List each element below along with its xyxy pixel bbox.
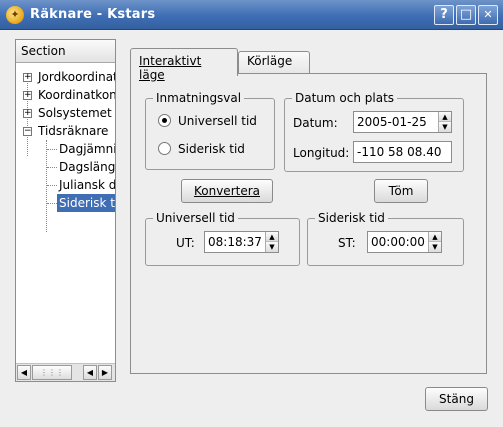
help-button[interactable]: ? (434, 5, 454, 25)
tree-item-jordkoordinater[interactable]: + Jordkoordinater (16, 68, 115, 86)
radio-label: Universell tid (178, 114, 257, 128)
radio-checked-icon[interactable] (158, 114, 171, 127)
date-value[interactable]: 2005-01-25 (357, 115, 427, 129)
tree-item-koordinatkonvertering[interactable]: + Koordinatkonvertering (16, 86, 115, 104)
tree-item-solsystemet[interactable]: + Solsystemet (16, 104, 115, 122)
close-button[interactable]: Stäng (425, 387, 488, 411)
longitude-label: Longitud: (293, 146, 350, 160)
tree-item-juliansk-dag[interactable]: Juliansk dag (57, 176, 115, 194)
tree-item-dagjamning[interactable]: Dagjämning (57, 140, 115, 158)
tree-item-tidsraknare[interactable]: − Tidsräknare (16, 122, 115, 140)
increment-icon[interactable]: ▲ (439, 112, 451, 122)
tab-interaktivt-lage[interactable]: Interaktivt läge (130, 48, 238, 82)
group-title: Datum och plats (292, 90, 398, 106)
universal-time-group: Universell tid UT: 08:18:37 ▲ ▼ (145, 210, 300, 266)
tree-item-label: Solsystemet (38, 106, 112, 120)
tree-view[interactable]: + Jordkoordinater + Koordinatkonverterin… (16, 64, 115, 360)
convert-button[interactable]: Konvertera (181, 179, 273, 203)
increment-icon[interactable]: ▲ (266, 232, 278, 242)
st-spinbox[interactable]: 00:00:00 ▲ ▼ (367, 231, 442, 253)
maximize-button[interactable]: □ (456, 5, 476, 25)
radio-unchecked-icon[interactable] (158, 142, 171, 155)
date-label: Datum: (293, 116, 338, 130)
close-window-button[interactable]: ✕ (478, 5, 498, 25)
tree-item-label: Dagjämning (59, 142, 115, 156)
section-tree[interactable]: Section + Jordkoordinater + Koordinatkon… (15, 39, 116, 382)
scroll-left-icon[interactable]: ◀ (17, 365, 31, 380)
clear-button[interactable]: Töm (374, 179, 428, 203)
date-location-group: Datum och plats Datum: 2005-01-25 ▲ ▼ Lo… (284, 90, 464, 172)
scroll-left-icon-2[interactable]: ◀ (83, 365, 97, 380)
date-spinbox[interactable]: 2005-01-25 ▲ ▼ (353, 111, 452, 133)
expand-icon[interactable]: + (23, 91, 32, 100)
window-title: Räknare - Kstars (30, 7, 156, 22)
group-title: Inmatningsval (153, 90, 245, 106)
sidereal-time-group: Siderisk tid ST: 00:00:00 ▲ ▼ (307, 210, 464, 266)
group-title: Siderisk tid (315, 210, 388, 226)
button-label: Konvertera (193, 184, 260, 198)
tree-item-label: Juliansk dag (59, 178, 115, 192)
tab-page-interaktivt: Inmatningsval Universell tid Siderisk ti… (130, 73, 487, 374)
tab-korlage[interactable]: Körläge (238, 51, 310, 74)
longitude-value[interactable]: -110 58 08.40 (357, 145, 442, 159)
longitude-input[interactable]: -110 58 08.40 (353, 141, 452, 163)
expand-icon[interactable]: + (23, 73, 32, 82)
decrement-icon[interactable]: ▼ (266, 242, 278, 252)
horizontal-scrollbar[interactable]: ◀ ⋮⋮⋮ ◀ ▶ (16, 363, 115, 381)
button-label: Stäng (439, 392, 474, 406)
tree-item-label: Siderisk tid (59, 196, 115, 210)
collapse-icon[interactable]: − (23, 127, 32, 136)
button-label: Töm (388, 184, 414, 198)
st-label: ST: (338, 236, 356, 250)
ut-value[interactable]: 08:18:37 (208, 235, 262, 249)
st-value[interactable]: 00:00:00 (371, 235, 425, 249)
scroll-thumb[interactable]: ⋮⋮⋮ (32, 365, 72, 380)
tree-item-label: Dagslängd (59, 160, 115, 174)
radio-label: Siderisk tid (178, 142, 245, 156)
title-bar[interactable]: ✦ Räknare - Kstars ? □ ✕ (0, 0, 503, 30)
expand-icon[interactable]: + (23, 109, 32, 118)
tree-item-label: Koordinatkonvertering (38, 88, 115, 102)
tab-label: Körläge (247, 54, 293, 68)
increment-icon[interactable]: ▲ (429, 232, 441, 242)
decrement-icon[interactable]: ▼ (429, 242, 441, 252)
tree-item-siderisk-tid[interactable]: Siderisk tid (57, 194, 115, 212)
tree-item-dagslangd[interactable]: Dagslängd (57, 158, 115, 176)
ut-spinbox[interactable]: 08:18:37 ▲ ▼ (204, 231, 279, 253)
group-title: Universell tid (153, 210, 238, 226)
tree-item-label: Tidsräknare (38, 124, 109, 138)
kstars-app-icon[interactable]: ✦ (6, 6, 24, 24)
scroll-right-icon[interactable]: ▶ (98, 365, 112, 380)
input-options-group: Inmatningsval Universell tid Siderisk ti… (145, 90, 275, 170)
ut-label: UT: (176, 236, 195, 250)
tree-item-label: Jordkoordinater (38, 70, 115, 84)
section-header[interactable]: Section (16, 40, 115, 63)
decrement-icon[interactable]: ▼ (439, 122, 451, 132)
